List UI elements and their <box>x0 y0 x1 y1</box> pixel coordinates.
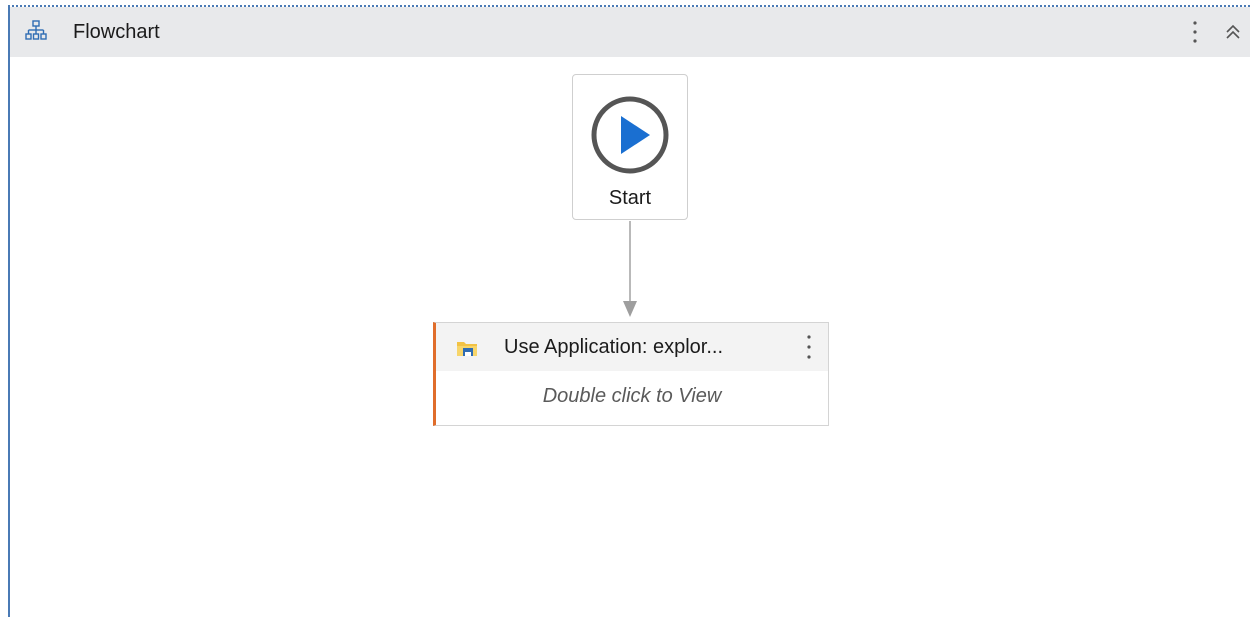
activity-title: Use Application: explor... <box>504 336 724 358</box>
collapse-icon[interactable] <box>1222 20 1244 44</box>
activity-hint: Double click to View <box>542 385 722 407</box>
activity-more-options-icon[interactable] <box>804 333 814 361</box>
flowchart-header: Flowchart <box>10 7 1250 57</box>
flowchart-icon <box>25 20 47 40</box>
activity-header: Use Application: explor... <box>436 323 828 371</box>
start-node[interactable]: Start <box>572 74 688 220</box>
application-window-icon <box>457 342 477 356</box>
more-options-icon[interactable] <box>1190 19 1200 45</box>
panel-title: Flowchart <box>73 21 160 43</box>
flowchart-panel: Flowchart Start Use Application: explor.… <box>8 5 1250 617</box>
play-icon <box>591 96 669 174</box>
start-label: Start <box>608 187 652 209</box>
use-application-activity[interactable]: Use Application: explor... Double click … <box>433 322 829 426</box>
connector-arrow <box>623 221 637 317</box>
